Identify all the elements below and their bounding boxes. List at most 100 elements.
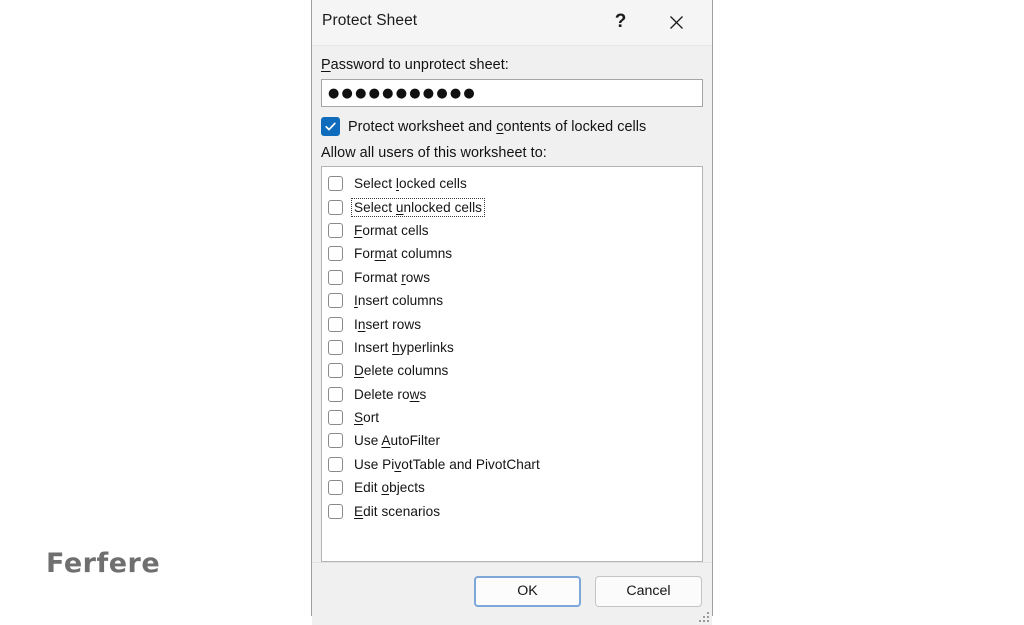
permission-row[interactable]: Format cells bbox=[322, 219, 702, 242]
permission-checkbox[interactable] bbox=[328, 199, 343, 215]
permission-label-before: Delete ro bbox=[354, 386, 410, 402]
permission-checkbox[interactable] bbox=[328, 339, 343, 355]
permission-label-after: ormat cells bbox=[362, 222, 429, 238]
permission-label-accel: o bbox=[381, 480, 390, 496]
permission-label: Use PivotTable and PivotChart bbox=[352, 456, 542, 473]
permission-label-before: Select bbox=[354, 199, 396, 215]
permission-row[interactable]: Insert rows bbox=[322, 312, 702, 335]
permission-label: Insert columns bbox=[352, 292, 445, 309]
protect-worksheet-label: Protect worksheet and contents of locked… bbox=[348, 119, 646, 135]
permission-label-after: s bbox=[419, 386, 427, 402]
dialog-body: Password to unprotect sheet: ●●●●●●●●●●●… bbox=[312, 46, 712, 562]
password-label-rest: assword to unprotect sheet: bbox=[330, 57, 509, 73]
permission-row[interactable]: Use AutoFilter bbox=[322, 429, 702, 452]
ok-button[interactable]: OK bbox=[474, 575, 581, 607]
permission-label: Format cells bbox=[352, 222, 431, 239]
protect-worksheet-row[interactable]: Protect worksheet and contents of locked… bbox=[321, 117, 703, 136]
permission-checkbox[interactable] bbox=[328, 433, 343, 449]
permission-label-after: dit scenarios bbox=[363, 503, 441, 519]
dialog-footer: OK Cancel bbox=[312, 562, 712, 625]
help-icon[interactable]: ? bbox=[598, 0, 643, 44]
close-icon[interactable] bbox=[654, 0, 699, 44]
permission-row[interactable]: Select locked cells bbox=[322, 172, 702, 195]
permission-checkbox[interactable] bbox=[328, 480, 343, 496]
permission-row[interactable]: Format columns bbox=[322, 242, 702, 265]
permission-checkbox[interactable] bbox=[328, 176, 343, 192]
protect-label-after: ontents of locked cells bbox=[503, 118, 647, 135]
dialog-title: Protect Sheet bbox=[322, 12, 418, 29]
permission-checkbox[interactable] bbox=[328, 456, 343, 472]
permission-checkbox[interactable] bbox=[328, 246, 343, 262]
permission-label-accel: S bbox=[354, 410, 364, 426]
permission-label-after: elete columns bbox=[363, 363, 449, 379]
protect-worksheet-checkbox[interactable] bbox=[321, 117, 340, 136]
permission-row[interactable]: Sort bbox=[322, 406, 702, 429]
permission-label-before: For bbox=[354, 246, 375, 262]
permission-label-accel: A bbox=[381, 433, 391, 449]
permission-label-after: sert rows bbox=[365, 316, 422, 332]
permission-row[interactable]: Insert hyperlinks bbox=[322, 336, 702, 359]
protect-label-before: Protect worksheet and bbox=[348, 118, 497, 135]
permission-row[interactable]: Edit scenarios bbox=[322, 499, 702, 522]
permission-row[interactable]: Delete rows bbox=[322, 383, 702, 406]
password-label-accel: P bbox=[321, 57, 331, 73]
permission-label-before: Use Pi bbox=[354, 456, 395, 472]
permission-row[interactable]: Delete columns bbox=[322, 359, 702, 382]
watermark-logo: Ferfere bbox=[46, 548, 161, 579]
permission-checkbox[interactable] bbox=[328, 222, 343, 238]
permission-label-before: Select bbox=[354, 176, 396, 192]
permission-checkbox[interactable] bbox=[328, 386, 343, 402]
permission-label: Insert rows bbox=[352, 316, 423, 333]
permission-checkbox[interactable] bbox=[328, 293, 343, 309]
permission-row[interactable]: Select unlocked cells bbox=[322, 195, 702, 218]
permission-label: Format columns bbox=[352, 245, 454, 262]
cancel-button[interactable]: Cancel bbox=[595, 575, 702, 607]
password-input[interactable]: ●●●●●●●●●●● bbox=[321, 79, 703, 107]
permission-label-after: ocked cells bbox=[399, 176, 467, 192]
permission-label-after: otTable and PivotChart bbox=[401, 456, 540, 472]
permission-label-accel: D bbox=[354, 363, 364, 379]
allow-users-label: Allow all users of this worksheet to: bbox=[321, 145, 547, 161]
permission-checkbox[interactable] bbox=[328, 410, 343, 426]
permission-label-accel: m bbox=[374, 246, 386, 262]
permission-label-after: ort bbox=[363, 410, 380, 426]
permission-label-accel: u bbox=[395, 199, 404, 215]
permission-label-after: utoFilter bbox=[390, 433, 441, 449]
permission-label: Format rows bbox=[352, 269, 432, 286]
permission-label: Insert hyperlinks bbox=[352, 339, 456, 356]
protect-sheet-dialog: Protect Sheet ? Password to unprotect sh… bbox=[311, 0, 713, 625]
permission-label-after: ows bbox=[405, 269, 431, 285]
permission-label-before: Format bbox=[354, 269, 402, 285]
protect-label-accel: c bbox=[496, 118, 504, 135]
permission-label: Delete columns bbox=[352, 362, 450, 379]
permissions-listbox[interactable]: Select locked cells Select unlocked cells… bbox=[321, 166, 703, 562]
permission-label-before: Insert bbox=[354, 339, 393, 355]
permission-row[interactable]: Insert columns bbox=[322, 289, 702, 312]
permission-label-accel: E bbox=[354, 503, 364, 519]
permission-checkbox[interactable] bbox=[328, 316, 343, 332]
permission-label: Sort bbox=[352, 409, 381, 426]
permission-checkbox[interactable] bbox=[328, 503, 343, 519]
permission-label: Use AutoFilter bbox=[352, 432, 442, 449]
permission-label-after: nlocked cells bbox=[403, 199, 483, 215]
permission-label-after: at columns bbox=[385, 246, 453, 262]
permission-label-after: yperlinks bbox=[399, 339, 454, 355]
permission-label: Edit objects bbox=[352, 479, 427, 496]
permission-checkbox[interactable] bbox=[328, 269, 343, 285]
dialog-titlebar: Protect Sheet ? bbox=[312, 0, 712, 46]
permission-row[interactable]: Edit objects bbox=[322, 476, 702, 499]
permission-label: Delete rows bbox=[352, 386, 428, 403]
permission-label-before: Edit bbox=[354, 480, 382, 496]
permission-label-after: nsert columns bbox=[357, 293, 444, 309]
permission-checkbox[interactable] bbox=[328, 363, 343, 379]
permission-label: Select locked cells bbox=[352, 175, 469, 192]
permission-label: Edit scenarios bbox=[352, 503, 442, 520]
password-label: Password to unprotect sheet: bbox=[321, 57, 703, 73]
permission-label: Select unlocked cells bbox=[350, 197, 486, 217]
permission-label-accel: w bbox=[409, 386, 420, 402]
permission-label-accel: h bbox=[392, 339, 400, 355]
permission-row[interactable]: Format rows bbox=[322, 266, 702, 289]
permission-row[interactable]: Use PivotTable and PivotChart bbox=[322, 453, 702, 476]
permission-label-after: bjects bbox=[389, 480, 425, 496]
resize-grip-icon[interactable] bbox=[697, 610, 709, 622]
